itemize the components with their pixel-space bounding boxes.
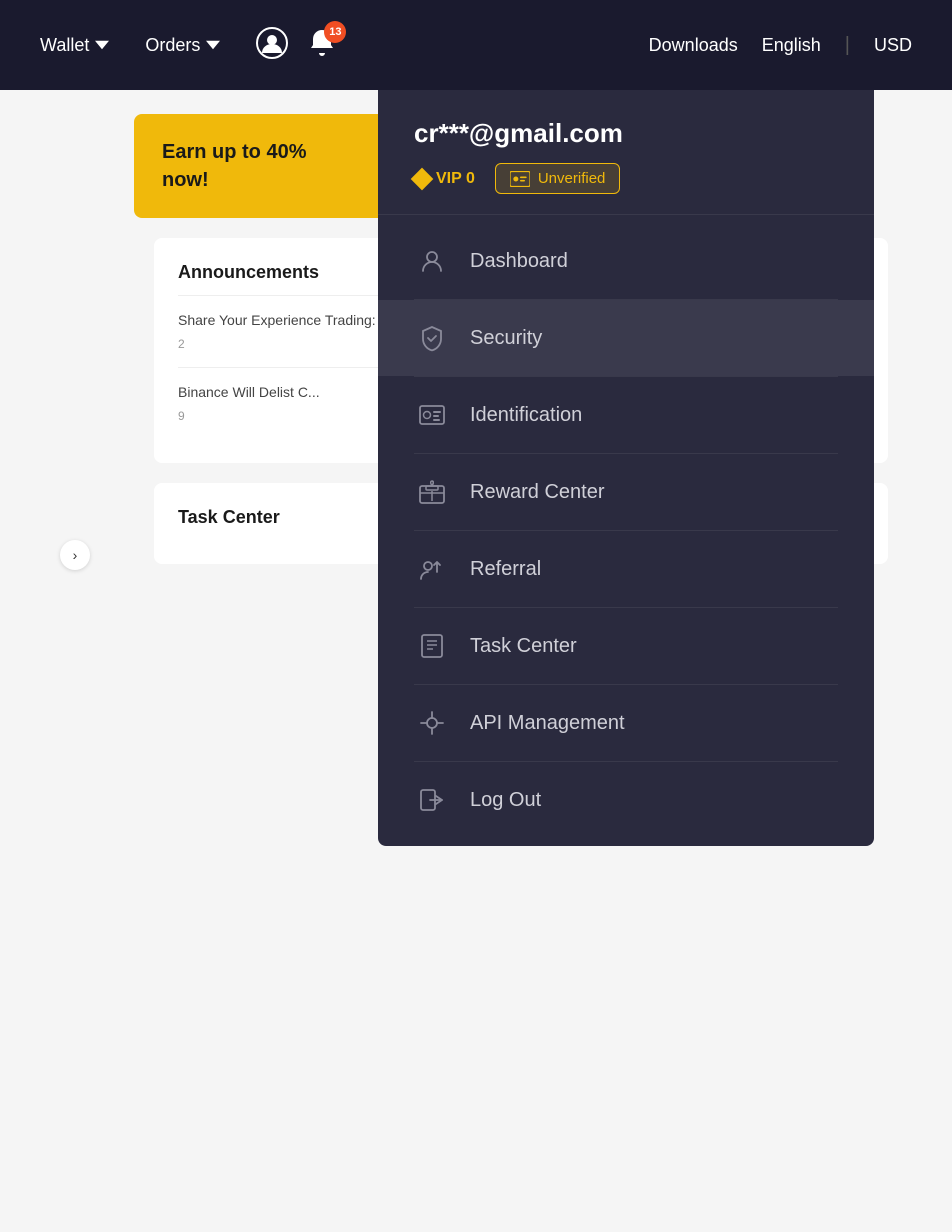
wallet-label: Wallet <box>40 35 89 56</box>
menu-item-reward-center[interactable]: Reward Center <box>378 454 874 530</box>
downloads-nav[interactable]: Downloads <box>649 35 738 56</box>
profile-icon-btn[interactable] <box>256 27 288 64</box>
menu-label-identification: Identification <box>470 404 582 427</box>
navbar: Wallet Orders 13 Downloads English | USD <box>0 0 952 90</box>
dashboard-icon-wrap <box>414 243 450 279</box>
wallet-nav[interactable]: Wallet <box>40 35 109 56</box>
logout-icon-wrap <box>414 782 450 818</box>
profile-icon <box>256 27 288 59</box>
menu-label-referral: Referral <box>470 558 541 581</box>
referral-icon <box>418 555 446 583</box>
user-email: cr***@gmail.com <box>414 118 838 149</box>
orders-nav[interactable]: Orders <box>145 35 220 56</box>
orders-chevron-icon <box>206 38 220 52</box>
english-nav[interactable]: English <box>762 35 821 56</box>
vip-badge: VIP 0 <box>414 170 475 188</box>
security-icon-wrap <box>414 320 450 356</box>
api-icon <box>418 709 446 737</box>
user-meta: VIP 0 Unverified <box>414 163 838 194</box>
referral-icon-wrap <box>414 551 450 587</box>
usd-nav[interactable]: USD <box>874 35 912 56</box>
notification-btn[interactable]: 13 <box>306 27 338 64</box>
unverified-badge[interactable]: Unverified <box>495 163 621 194</box>
dashboard-icon <box>418 247 446 275</box>
menu-item-logout[interactable]: Log Out <box>378 762 874 838</box>
notification-badge: 13 <box>324 21 346 43</box>
menu-label-reward-center: Reward Center <box>470 481 605 504</box>
vip-label: VIP 0 <box>436 170 475 188</box>
chevron-left-icon: › <box>73 547 78 563</box>
menu-item-api-management[interactable]: API Management <box>378 685 874 761</box>
security-icon <box>418 324 446 352</box>
logout-icon <box>418 786 446 814</box>
orders-label: Orders <box>145 35 200 56</box>
menu-item-task-center[interactable]: Task Center <box>378 608 874 684</box>
menu-label-logout: Log Out <box>470 789 541 812</box>
carousel-prev-btn[interactable]: › <box>60 540 90 570</box>
identification-icon-wrap <box>414 397 450 433</box>
user-dropdown-menu: cr***@gmail.com VIP 0 Unverified <box>378 90 874 846</box>
task-icon-wrap <box>414 628 450 664</box>
wallet-chevron-icon <box>95 38 109 52</box>
menu-items-list: Dashboard Security <box>378 215 874 846</box>
id-card-icon <box>510 171 530 187</box>
menu-item-dashboard[interactable]: Dashboard <box>378 223 874 299</box>
api-icon-wrap <box>414 705 450 741</box>
dropdown-header: cr***@gmail.com VIP 0 Unverified <box>378 90 874 215</box>
nav-divider: | <box>845 34 850 57</box>
menu-item-security[interactable]: Security <box>378 300 874 376</box>
menu-item-referral[interactable]: Referral <box>378 531 874 607</box>
reward-icon <box>418 478 446 506</box>
vip-diamond-icon <box>411 167 434 190</box>
menu-label-api-management: API Management <box>470 712 625 735</box>
task-icon <box>418 632 446 660</box>
menu-label-security: Security <box>470 327 542 350</box>
nav-right: Downloads English | USD <box>649 34 912 57</box>
unverified-label: Unverified <box>538 170 606 187</box>
menu-label-dashboard: Dashboard <box>470 250 568 273</box>
identification-icon <box>418 401 446 429</box>
menu-label-task-center: Task Center <box>470 635 577 658</box>
reward-icon-wrap <box>414 474 450 510</box>
menu-item-identification[interactable]: Identification <box>378 377 874 453</box>
